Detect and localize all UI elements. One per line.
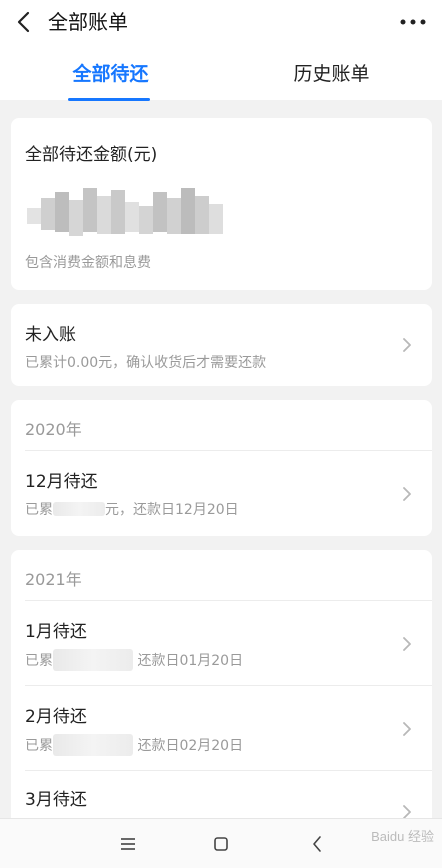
tab-bar: 全部待还 历史账单 xyxy=(0,56,442,100)
bill-title: 3月待还 xyxy=(25,790,87,810)
unposted-card[interactable]: 未入账 已累计0.00元，确认收货后才需要还款 xyxy=(11,304,432,386)
group-2020: 2020年 12月待还 已累 元，还款日12月20日 xyxy=(11,400,432,536)
page-title: 全部账单 xyxy=(48,10,128,34)
system-back-button[interactable] xyxy=(304,831,330,857)
bill-title: 1月待还 xyxy=(25,622,87,642)
group-year: 2021年 xyxy=(25,570,82,589)
system-menu-button[interactable] xyxy=(115,831,141,857)
summary-label: 全部待还金额(元) xyxy=(25,145,158,165)
top-bar: 全部账单 全部待还 历史账单 xyxy=(0,0,442,101)
group-2021: 2021年 1月待还 已累 还款日01月20日 2月待还 已累 还款日02月20… xyxy=(11,550,432,830)
more-icon xyxy=(400,19,426,25)
chevron-right-icon xyxy=(403,805,411,819)
bill-row-2021-01[interactable]: 1月待还 已累 还款日01月20日 xyxy=(11,601,432,685)
blurred-amount xyxy=(53,502,105,516)
tab-history[interactable]: 历史账单 xyxy=(221,56,442,100)
chevron-right-icon xyxy=(403,487,411,501)
chevron-left-icon xyxy=(17,11,30,33)
back-button[interactable] xyxy=(10,8,38,36)
menu-icon xyxy=(121,838,135,850)
unposted-detail: 已累计0.00元，确认收货后才需要还款 xyxy=(25,355,267,371)
unposted-title: 未入账 xyxy=(25,325,76,345)
watermark: Baidu 经验 xyxy=(371,829,434,844)
bill-detail: 已累 元，还款日12月20日 xyxy=(25,502,239,518)
bill-row-2021-02[interactable]: 2月待还 已累 还款日02月20日 xyxy=(11,686,432,770)
system-home-button[interactable] xyxy=(208,831,234,857)
active-tab-indicator xyxy=(68,98,150,101)
bill-detail: 已累 还款日01月20日 xyxy=(25,649,243,671)
bill-title: 12月待还 xyxy=(25,472,98,492)
bill-detail: 已累 还款日02月20日 xyxy=(25,734,243,756)
back-icon xyxy=(313,836,321,852)
chevron-right-icon xyxy=(403,722,411,736)
blurred-amount xyxy=(23,188,233,246)
summary-note: 包含消费金额和息费 xyxy=(25,255,151,271)
summary-card: 全部待还金额(元) 包含消费金额和息费 xyxy=(11,118,432,290)
bill-row-2020-12[interactable]: 12月待还 已累 元，还款日12月20日 xyxy=(11,451,432,536)
chevron-right-icon xyxy=(403,338,411,352)
tab-all-pending[interactable]: 全部待还 xyxy=(0,56,221,100)
more-button[interactable] xyxy=(398,8,428,36)
chevron-right-icon xyxy=(403,637,411,651)
nav-bar: 全部账单 xyxy=(0,0,442,44)
bill-title: 2月待还 xyxy=(25,707,87,727)
blurred-amount xyxy=(53,734,133,756)
blurred-amount xyxy=(53,649,133,671)
home-icon xyxy=(214,837,228,851)
group-year: 2020年 xyxy=(25,420,82,439)
